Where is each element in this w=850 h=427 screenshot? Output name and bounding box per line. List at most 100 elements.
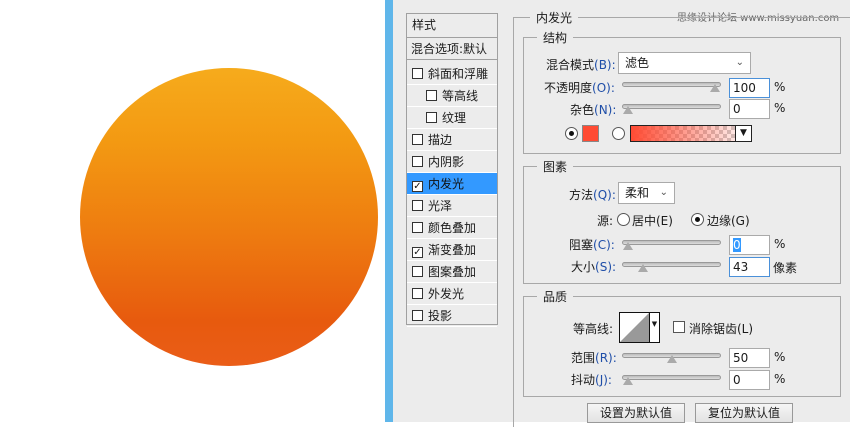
style-item[interactable]: 颜色叠加 — [407, 217, 497, 239]
style-item-label: 投影 — [428, 309, 453, 323]
noise-unit: % — [774, 101, 786, 115]
blend-mode-select[interactable]: 滤色 ⌄ — [618, 52, 751, 74]
source-center-radio[interactable] — [617, 213, 630, 226]
glow-color-swatch[interactable] — [582, 125, 599, 142]
range-slider[interactable] — [622, 353, 721, 363]
structure-title: 结构 — [537, 29, 574, 46]
checkbox[interactable] — [412, 200, 423, 211]
source-label: 源: — [597, 214, 614, 228]
chevron-down-icon: ⌄ — [735, 57, 744, 68]
noise-slider[interactable] — [622, 104, 721, 114]
elements-title: 图素 — [537, 158, 574, 175]
gradient-picker[interactable]: ▼ — [630, 125, 752, 142]
choke-unit: % — [774, 237, 786, 251]
jitter-label: 抖动(J): — [571, 373, 612, 387]
style-item-label: 等高线 — [442, 89, 479, 103]
opacity-unit: % — [774, 80, 786, 94]
jitter-slider[interactable] — [622, 375, 721, 385]
chevron-down-icon: ⌄ — [659, 187, 668, 198]
style-item-label: 光泽 — [428, 199, 453, 213]
checkbox[interactable] — [426, 112, 437, 123]
slider-thumb[interactable] — [710, 84, 720, 92]
source-edge-label[interactable]: 边缘(G) — [707, 212, 750, 229]
opacity-input[interactable]: 100 — [729, 78, 770, 98]
source-edge-radio[interactable] — [691, 213, 704, 226]
size-unit: 像素 — [773, 261, 798, 275]
make-default-button[interactable]: 设置为默认值 — [587, 403, 685, 423]
style-item-label: 纹理 — [442, 111, 467, 125]
checkbox[interactable] — [412, 222, 423, 233]
style-item-label: 渐变叠加 — [428, 243, 477, 257]
noise-label: 杂色(N): — [570, 103, 617, 117]
reset-default-button[interactable]: 复位为默认值 — [695, 403, 793, 423]
source-center-label[interactable]: 居中(E) — [632, 212, 673, 229]
size-slider[interactable] — [622, 262, 721, 272]
jitter-input[interactable]: 0 — [729, 370, 770, 390]
style-item[interactable]: 外发光 — [407, 283, 497, 305]
checkbox[interactable] — [412, 288, 423, 299]
checkbox[interactable] — [412, 156, 423, 167]
style-item[interactable]: 等高线 — [407, 85, 497, 107]
choke-input[interactable]: 0 — [729, 235, 770, 255]
style-list-header[interactable]: 样式 — [407, 14, 497, 38]
style-item-label: 内发光 — [428, 177, 465, 191]
style-item-label: 描边 — [428, 133, 453, 147]
size-label: 大小(S): — [571, 260, 617, 274]
method-select[interactable]: 柔和 ⌄ — [618, 182, 675, 204]
jitter-unit: % — [774, 372, 786, 386]
style-item[interactable]: ✓ 内发光 — [407, 173, 497, 195]
style-item[interactable]: ✓ 渐变叠加 — [407, 239, 497, 261]
style-item-label: 图案叠加 — [428, 265, 477, 279]
style-item[interactable]: 内阴影 — [407, 151, 497, 173]
style-item-label: 斜面和浮雕 — [428, 67, 489, 81]
blend-mode-label: 混合模式(B): — [546, 58, 616, 72]
slider-thumb[interactable] — [666, 355, 677, 363]
slider-thumb[interactable] — [623, 242, 633, 250]
checkbox[interactable] — [412, 68, 423, 79]
checkbox[interactable] — [412, 266, 423, 277]
range-unit: % — [774, 350, 786, 364]
dropdown-arrow-icon[interactable]: ▼ — [735, 126, 751, 141]
style-item-label: 内阴影 — [428, 155, 465, 169]
style-item-label: 外发光 — [428, 287, 465, 301]
style-item[interactable]: 光泽 — [407, 195, 497, 217]
blend-options-item[interactable]: 混合选项:默认 — [407, 38, 497, 60]
solid-color-radio[interactable] — [565, 127, 578, 140]
anti-alias-label[interactable]: 消除锯齿(L) — [689, 320, 753, 337]
size-input[interactable]: 43 — [729, 257, 770, 277]
checkbox[interactable] — [426, 90, 437, 101]
style-item[interactable]: 图案叠加 — [407, 261, 497, 283]
checkbox[interactable] — [412, 134, 423, 145]
style-item[interactable]: 描边 — [407, 129, 497, 151]
contour-label: 等高线: — [573, 322, 614, 336]
choke-slider[interactable] — [622, 240, 721, 250]
contour-curve-icon — [620, 313, 649, 342]
checkbox[interactable] — [412, 310, 423, 321]
slider-thumb[interactable] — [623, 106, 633, 114]
anti-alias-checkbox[interactable] — [673, 321, 685, 333]
contour-picker[interactable]: ▼ — [619, 312, 660, 343]
method-label: 方法(Q): — [569, 188, 616, 202]
slider-thumb[interactable] — [637, 264, 648, 272]
opacity-slider[interactable] — [622, 82, 721, 92]
gradient-radio[interactable] — [612, 127, 625, 140]
orange-sphere — [80, 68, 378, 366]
inner-glow-title: 内发光 — [530, 9, 579, 26]
style-item[interactable]: 纹理 — [407, 107, 497, 129]
style-list: 样式 混合选项:默认 斜面和浮雕等高线纹理描边内阴影 ✓ 内发光光泽颜色叠加 ✓ 渐变叠… — [406, 13, 498, 327]
dialog-border — [385, 0, 393, 422]
dropdown-arrow-icon[interactable]: ▼ — [649, 313, 659, 342]
choke-label: 阻塞(C): — [569, 238, 615, 252]
style-item[interactable]: 斜面和浮雕 — [407, 63, 497, 85]
style-item-label: 颜色叠加 — [428, 221, 477, 235]
slider-thumb[interactable] — [623, 377, 633, 385]
canvas — [0, 0, 385, 422]
style-item[interactable]: 投影 — [407, 305, 497, 327]
checkbox-checked[interactable]: ✓ — [412, 247, 423, 258]
opacity-label: 不透明度(O): — [544, 81, 615, 95]
checkbox-checked[interactable]: ✓ — [412, 181, 423, 192]
noise-input[interactable]: 0 — [729, 99, 770, 119]
range-label: 范围(R): — [571, 351, 617, 365]
range-input[interactable]: 50 — [729, 348, 770, 368]
quality-title: 品质 — [537, 288, 574, 305]
